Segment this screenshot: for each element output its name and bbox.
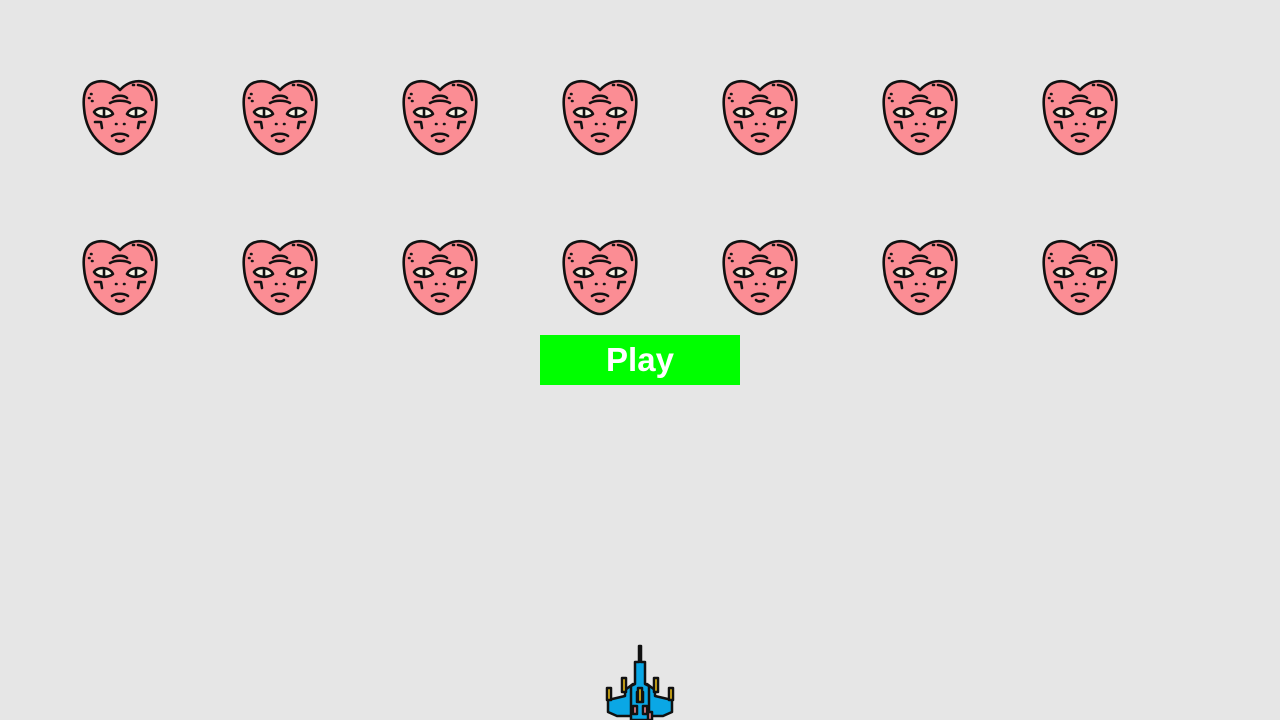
alien [80,78,160,158]
alien [240,78,320,158]
alien-head-icon [82,239,158,316]
alien [80,238,160,318]
alien [560,238,640,318]
alien-head-icon [882,79,958,156]
alien-head-icon [562,239,638,316]
alien-head-icon [722,79,798,156]
alien [1040,238,1120,318]
alien-head-icon [1042,239,1118,316]
alien-head-icon [722,239,798,316]
alien-head-icon [882,239,958,316]
alien [720,78,800,158]
alien [720,238,800,318]
alien [400,78,480,158]
player-ship [604,644,676,720]
alien-head-icon [402,239,478,316]
alien [880,78,960,158]
alien [1040,78,1120,158]
alien-head-icon [82,79,158,156]
alien-head-icon [242,239,318,316]
alien [560,78,640,158]
play-button[interactable]: Play [540,335,740,385]
alien-head-icon [562,79,638,156]
spaceship-icon [605,644,675,720]
game-screen[interactable]: Play [0,0,1280,720]
alien [880,238,960,318]
alien [240,238,320,318]
alien-head-icon [242,79,318,156]
alien-head-icon [402,79,478,156]
alien [400,238,480,318]
alien-head-icon [1042,79,1118,156]
